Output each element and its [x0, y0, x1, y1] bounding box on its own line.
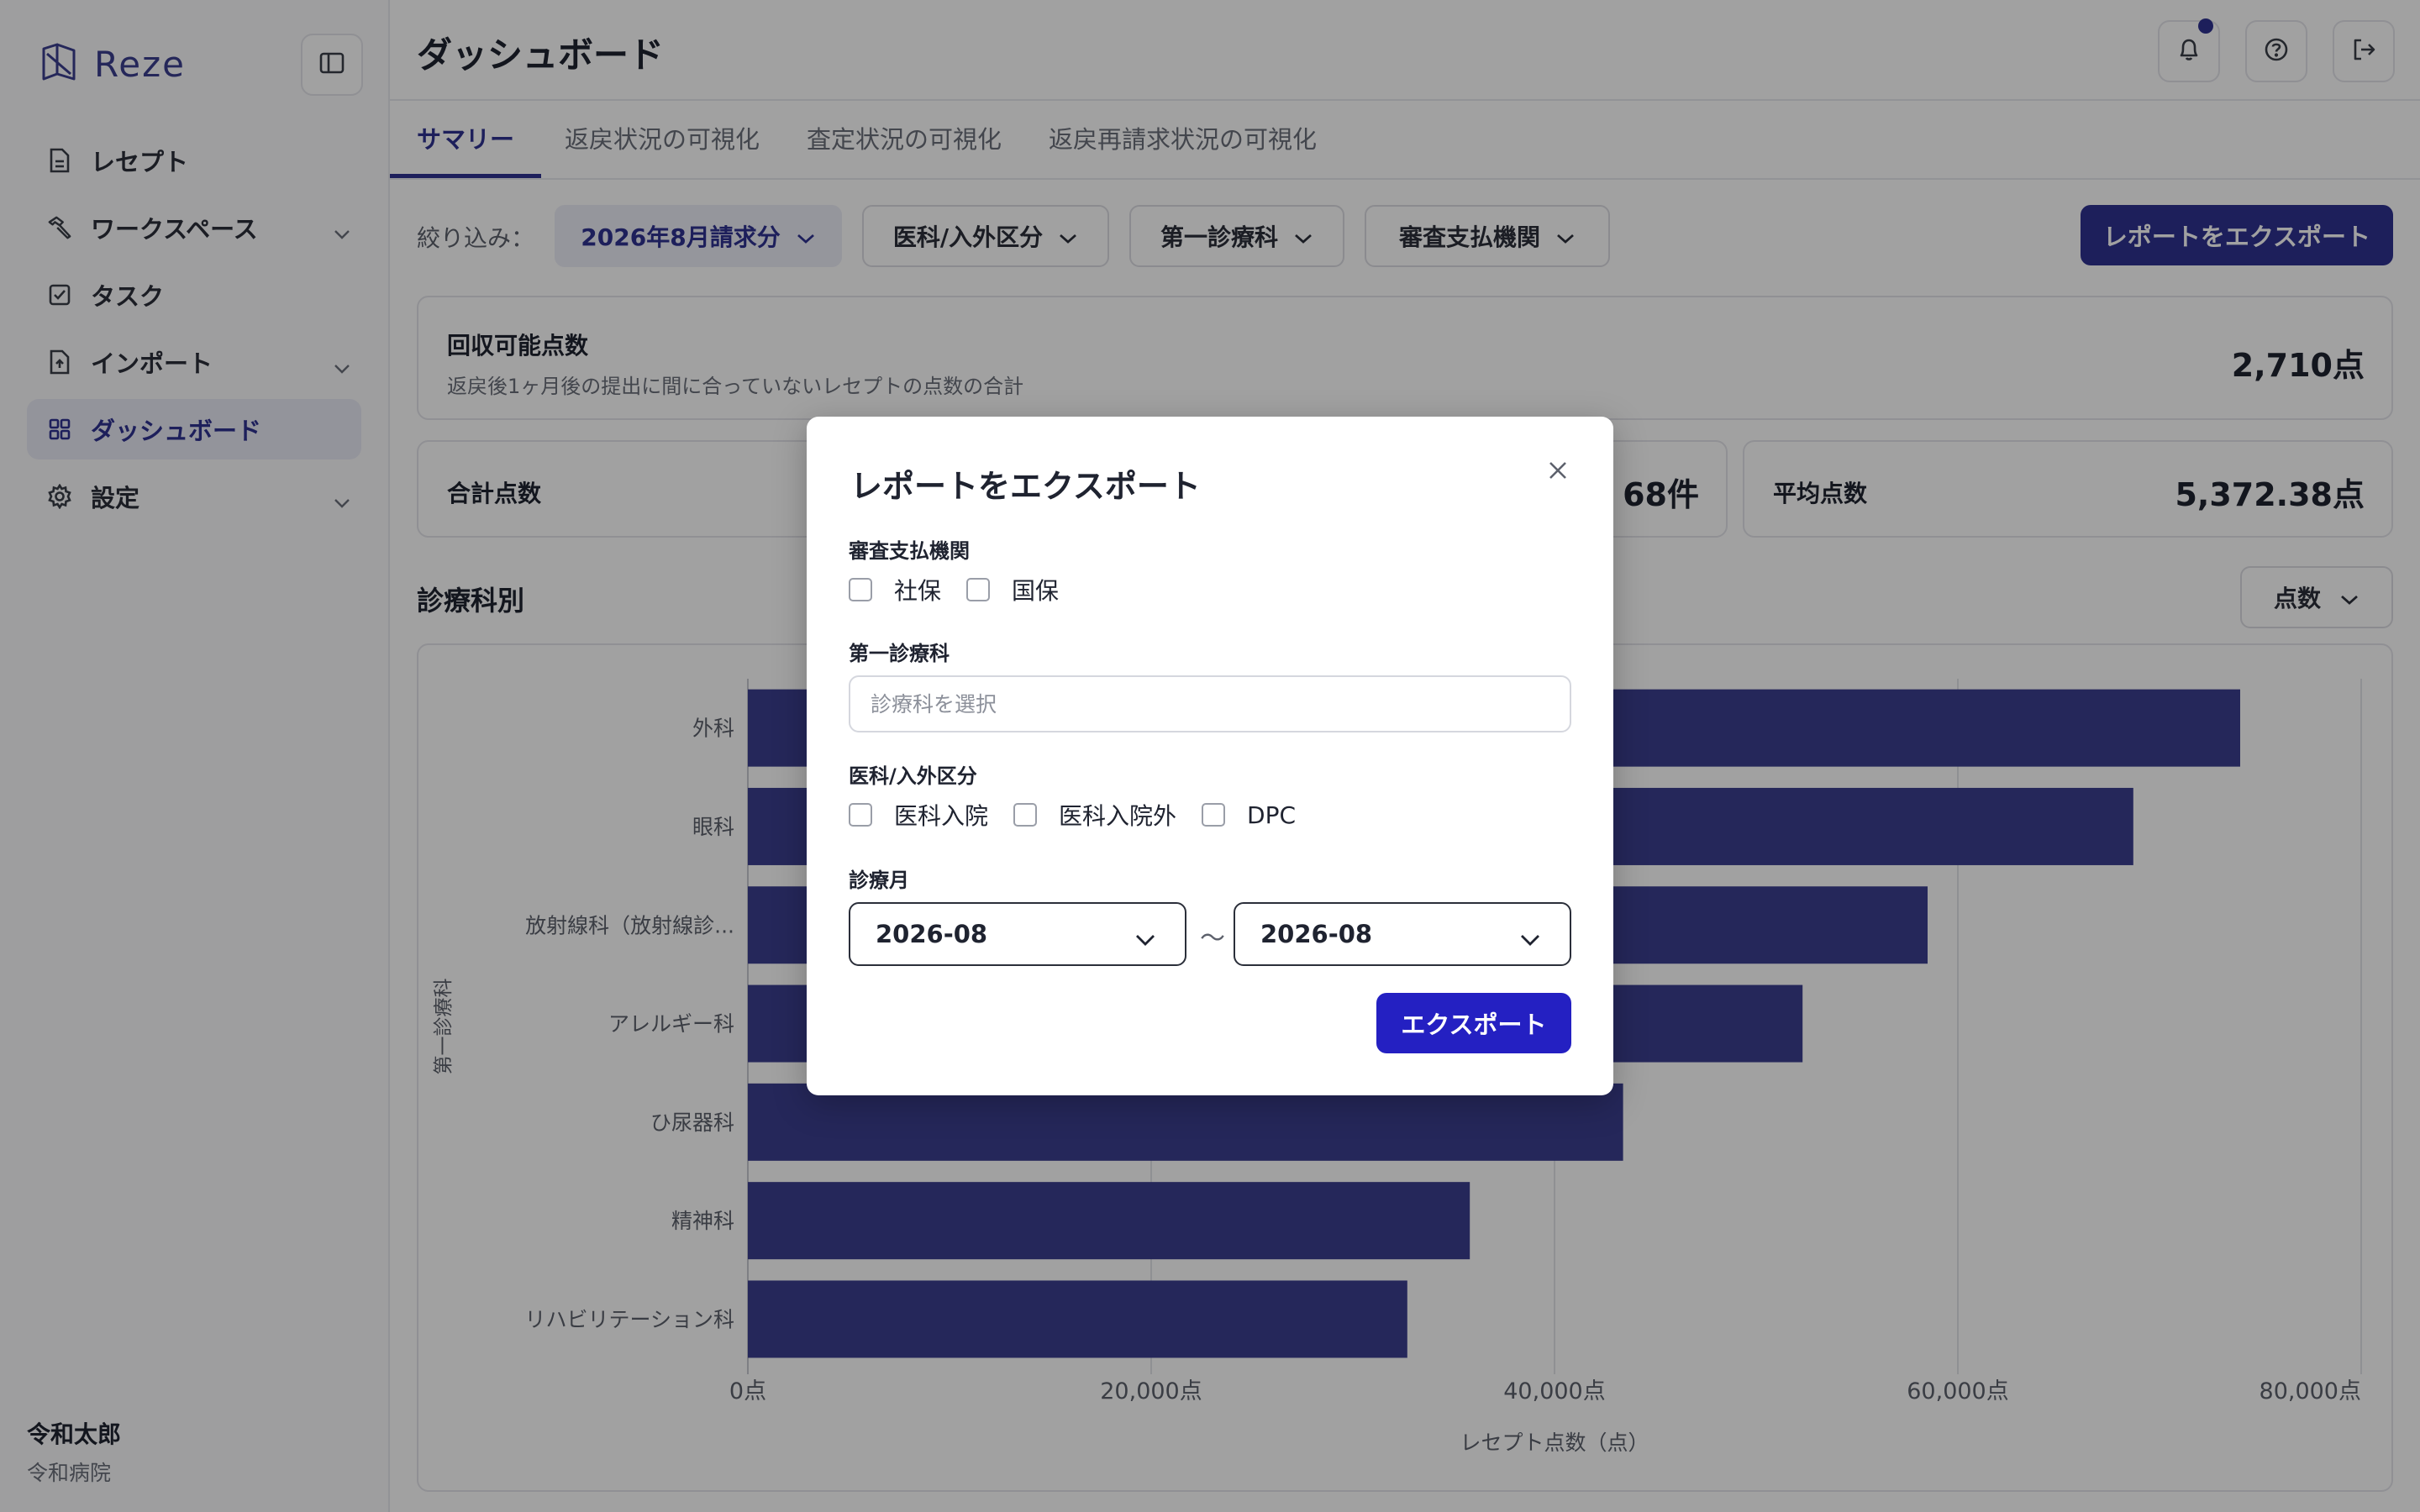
modal-title: レポートをエクスポート: [850, 468, 1201, 505]
range-separator: ～: [1200, 924, 1225, 953]
month-to-select[interactable]: 2026-08: [1234, 902, 1571, 966]
category-checkbox-dpc[interactable]: [1202, 803, 1226, 827]
department-select-input[interactable]: [849, 675, 1571, 732]
month-from-select[interactable]: 2026-08: [849, 902, 1186, 966]
close-icon: [1548, 460, 1568, 484]
checkbox-label: 医科入院: [894, 802, 989, 830]
checkbox-label: DPC: [1247, 801, 1297, 829]
payer-label: 審査支払機関: [849, 539, 970, 563]
checkbox-label: 国保: [1012, 577, 1060, 605]
category-checkbox-outpatient[interactable]: [1013, 803, 1038, 827]
category-checkbox-inpatient[interactable]: [849, 803, 872, 827]
export-modal: レポートをエクスポート 審査支払機関 社保 国保 第一診療科 医科/入外区分 医…: [807, 417, 1613, 1095]
payer-checkbox-shaho[interactable]: [849, 578, 872, 601]
chevron-down-icon: [1134, 924, 1156, 953]
checkbox-label: 社保: [894, 577, 942, 605]
category-label: 医科/入外区分: [849, 764, 977, 788]
month-label: 診療月: [849, 869, 909, 892]
department-label: 第一診療科: [849, 642, 950, 665]
chevron-down-icon: [1519, 924, 1541, 953]
app-root: Reze レセプト ワークスペース タスク インポート ダッシュボード 設定 令…: [0, 0, 2420, 1512]
payer-options: 社保 国保: [849, 573, 1084, 606]
select-value: 2026-08: [1260, 920, 1373, 948]
modal-close-button[interactable]: [1538, 452, 1578, 492]
payer-checkbox-kokuho[interactable]: [966, 578, 991, 601]
modal-export-button[interactable]: エクスポート: [1376, 993, 1571, 1053]
select-value: 2026-08: [876, 920, 988, 948]
checkbox-label: 医科入院外: [1059, 802, 1177, 830]
category-options: 医科入院 医科入院外 DPC: [849, 798, 1321, 832]
